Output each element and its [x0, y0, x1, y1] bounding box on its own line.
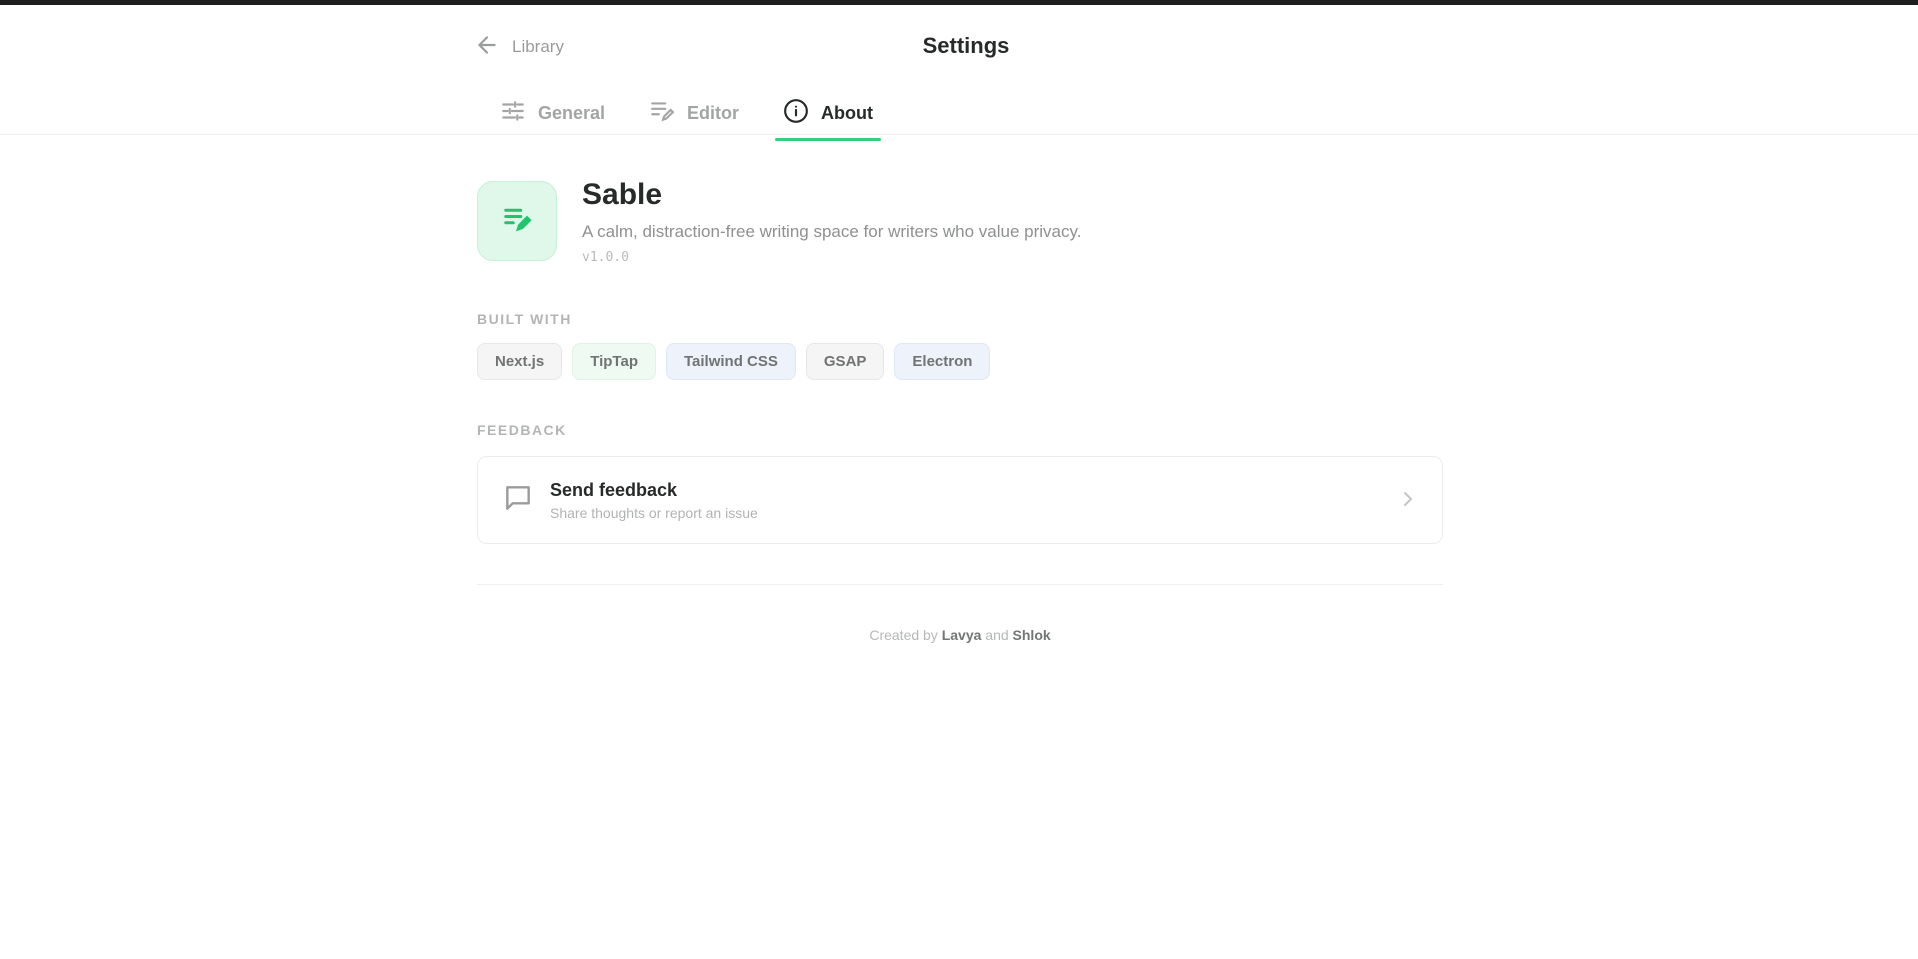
tech-chip-gsap: GSAP	[805, 343, 885, 380]
page-title: Settings	[922, 33, 1010, 58]
tab-general-label: General	[538, 103, 606, 123]
sliders-icon	[500, 98, 526, 129]
edit-lines-icon	[649, 98, 675, 129]
tab-about[interactable]: About	[775, 95, 882, 141]
settings-tabs: General Editor About	[492, 95, 909, 141]
credits: Created by Lavya and Shlok	[477, 627, 1443, 643]
send-feedback-button[interactable]: Send feedback Share thoughts or report a…	[477, 456, 1443, 544]
credits-author-1: Lavya	[941, 627, 982, 643]
credits-prefix: Created by	[869, 627, 938, 643]
app-summary: Sable A calm, distraction-free writing s…	[477, 178, 1443, 265]
info-icon	[783, 98, 809, 129]
app-version: v1.0.0	[582, 250, 629, 265]
about-content: Sable A calm, distraction-free writing s…	[477, 178, 1443, 643]
tab-general[interactable]: General	[492, 95, 613, 140]
built-with-list: Next.js TipTap Tailwind CSS GSAP Electro…	[477, 343, 1443, 380]
feedback-text: Send feedback Share thoughts or report a…	[550, 480, 758, 521]
built-with-heading: BUILT WITH	[477, 311, 572, 327]
footer-divider	[477, 584, 1443, 585]
app-logo	[477, 181, 557, 261]
credits-conjunction: and	[985, 627, 1009, 643]
app-name: Sable	[582, 178, 663, 211]
chevron-right-icon	[1396, 487, 1420, 516]
tech-chip-tailwind: Tailwind CSS	[665, 343, 796, 380]
app-tagline: A calm, distraction-free writing space f…	[582, 222, 1082, 241]
credits-author-2: Shlok	[1012, 627, 1051, 643]
tech-chip-tiptap: TipTap	[572, 343, 656, 380]
tab-about-label: About	[821, 103, 874, 123]
settings-header: Library Settings General Editor About	[0, 5, 1918, 141]
tab-editor[interactable]: Editor	[641, 95, 747, 140]
feedback-subtitle: Share thoughts or report an issue	[550, 504, 758, 521]
feedback-heading: FEEDBACK	[477, 422, 567, 438]
document-pen-icon	[502, 204, 532, 239]
tab-editor-label: Editor	[687, 103, 740, 123]
tech-chip-nextjs: Next.js	[477, 343, 563, 380]
feedback-title: Send feedback	[550, 479, 678, 500]
tech-chip-electron: Electron	[894, 343, 991, 380]
app-info: Sable A calm, distraction-free writing s…	[582, 178, 1082, 265]
message-square-icon	[502, 482, 534, 519]
